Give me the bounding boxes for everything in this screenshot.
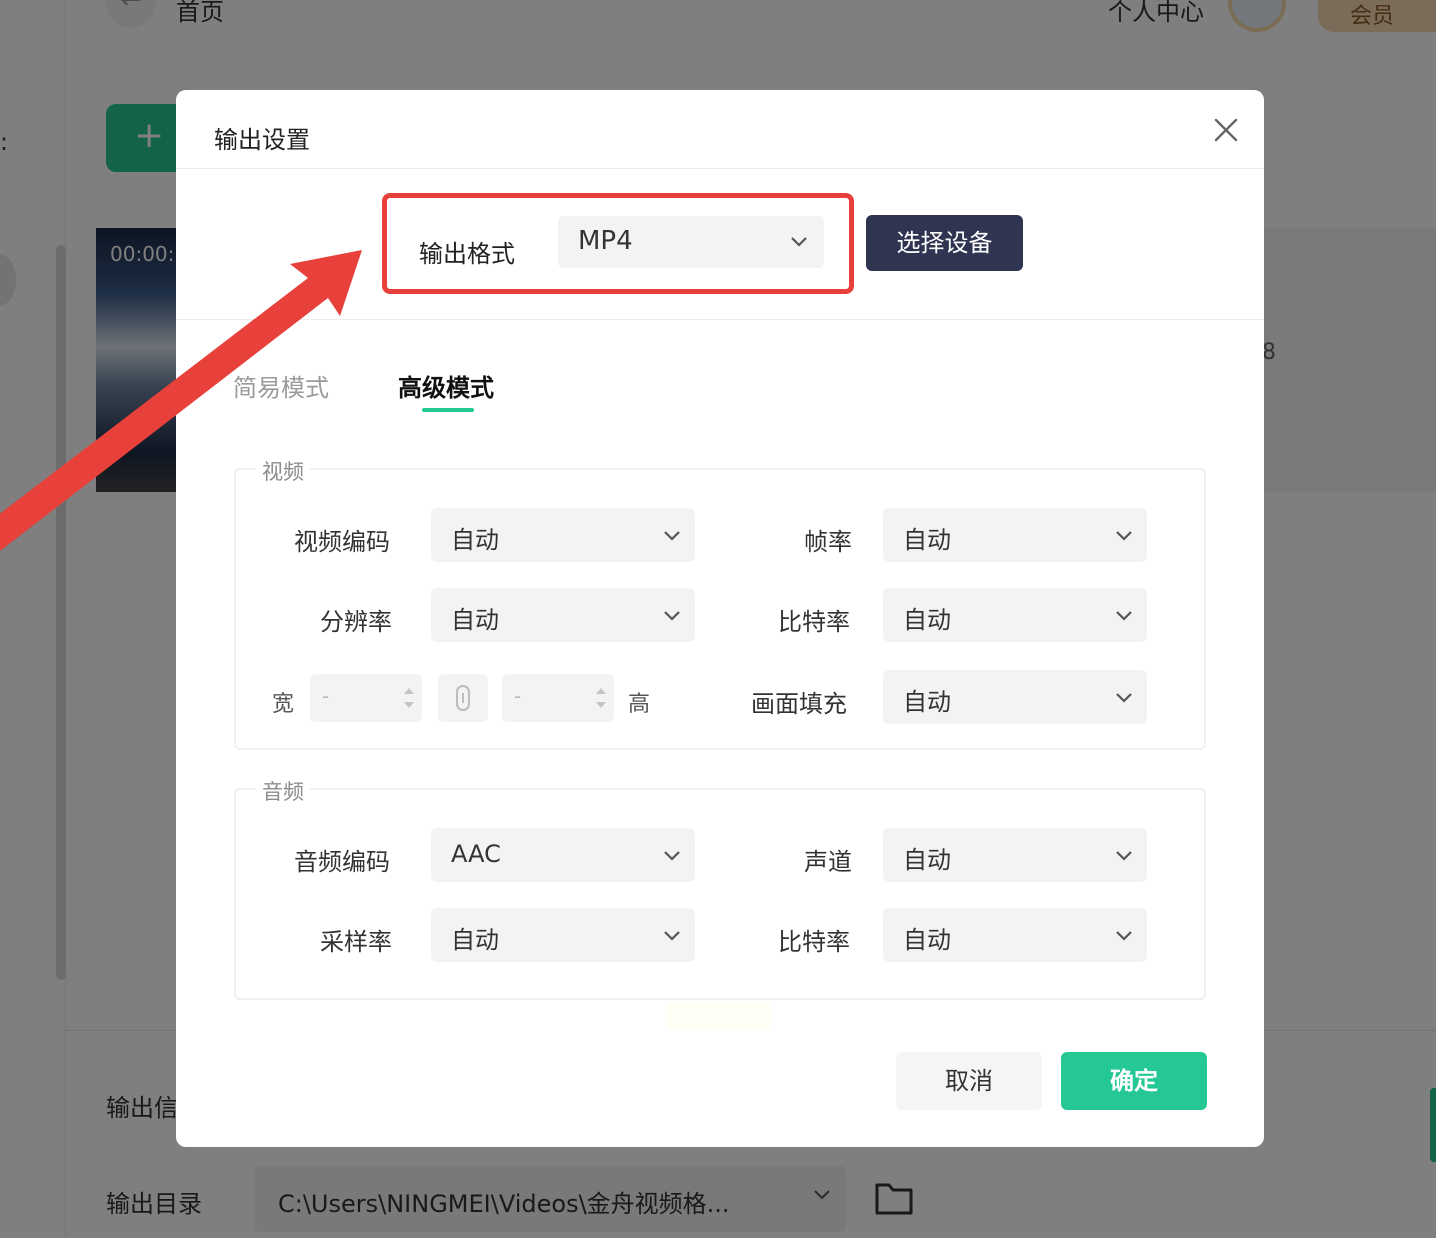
- video-bitrate-value: 自动: [903, 606, 951, 634]
- video-group-label: 视频: [256, 456, 310, 486]
- chevron-down-icon: [1116, 851, 1132, 861]
- fill-select[interactable]: 自动: [883, 670, 1147, 724]
- video-bitrate-select[interactable]: 自动: [883, 588, 1147, 642]
- audio-bitrate-value: 自动: [903, 926, 951, 954]
- tab-advanced-mode[interactable]: 高级模式: [398, 368, 494, 403]
- audio-codec-select[interactable]: AAC: [431, 828, 695, 882]
- chevron-down-icon: [664, 931, 680, 941]
- dialog-title: 输出设置: [214, 126, 310, 154]
- audio-bitrate-label: 比特率: [778, 928, 850, 956]
- aspect-link-button[interactable]: [438, 674, 488, 722]
- chevron-down-icon: [791, 237, 807, 247]
- audio-group-label: 音频: [256, 776, 310, 806]
- height-value: -: [514, 684, 522, 708]
- channel-value: 自动: [903, 846, 951, 874]
- chevron-down-icon: [664, 851, 680, 861]
- cancel-button[interactable]: 取消: [896, 1052, 1042, 1110]
- samplerate-label: 采样率: [320, 928, 392, 956]
- video-codec-label: 视频编码: [294, 528, 390, 556]
- format-select-value: MP4: [578, 226, 633, 256]
- chevron-down-icon: [1116, 531, 1132, 541]
- format-label: 输出格式: [419, 240, 515, 268]
- video-bitrate-label: 比特率: [778, 608, 850, 636]
- samplerate-select[interactable]: 自动: [431, 908, 695, 962]
- faint-background-strip: [666, 1002, 770, 1030]
- stepper-arrows-icon[interactable]: [594, 682, 608, 714]
- framerate-select[interactable]: 自动: [883, 508, 1147, 562]
- active-tab-indicator: [422, 408, 474, 412]
- format-select[interactable]: MP4: [558, 216, 824, 268]
- output-settings-dialog: 输出设置 输出格式 MP4 选择设备 简易模式 高级模式 视频 视频编码 自动 …: [176, 90, 1264, 1147]
- format-divider: [176, 319, 1264, 320]
- stepper-arrows-icon[interactable]: [402, 682, 416, 714]
- resolution-value: 自动: [451, 606, 499, 634]
- chevron-down-icon: [1116, 693, 1132, 703]
- resolution-select[interactable]: 自动: [431, 588, 695, 642]
- height-label: 高: [628, 692, 651, 717]
- channel-label: 声道: [804, 848, 852, 876]
- audio-codec-label: 音频编码: [294, 848, 390, 876]
- resolution-label: 分辨率: [320, 608, 392, 636]
- chevron-down-icon: [1116, 611, 1132, 621]
- chevron-down-icon: [664, 531, 680, 541]
- video-codec-value: 自动: [451, 526, 499, 554]
- audio-codec-value: AAC: [451, 840, 501, 868]
- framerate-label: 帧率: [804, 528, 852, 556]
- samplerate-value: 自动: [451, 926, 499, 954]
- audio-bitrate-select[interactable]: 自动: [883, 908, 1147, 962]
- height-stepper[interactable]: -: [502, 674, 614, 722]
- select-device-button[interactable]: 选择设备: [866, 215, 1023, 271]
- fill-label: 画面填充: [751, 690, 847, 718]
- width-value: -: [322, 684, 330, 708]
- confirm-button[interactable]: 确定: [1061, 1052, 1207, 1110]
- audio-settings-group: [234, 788, 1206, 1000]
- video-codec-select[interactable]: 自动: [431, 508, 695, 562]
- close-icon[interactable]: [1212, 116, 1240, 144]
- width-stepper[interactable]: -: [310, 674, 422, 722]
- header-divider: [176, 168, 1264, 169]
- chevron-down-icon: [1116, 931, 1132, 941]
- framerate-value: 自动: [903, 526, 951, 554]
- fill-value: 自动: [903, 688, 951, 716]
- tab-simple-mode[interactable]: 简易模式: [233, 368, 329, 403]
- link-icon: [456, 685, 470, 711]
- chevron-down-icon: [664, 611, 680, 621]
- width-label: 宽: [272, 692, 295, 717]
- channel-select[interactable]: 自动: [883, 828, 1147, 882]
